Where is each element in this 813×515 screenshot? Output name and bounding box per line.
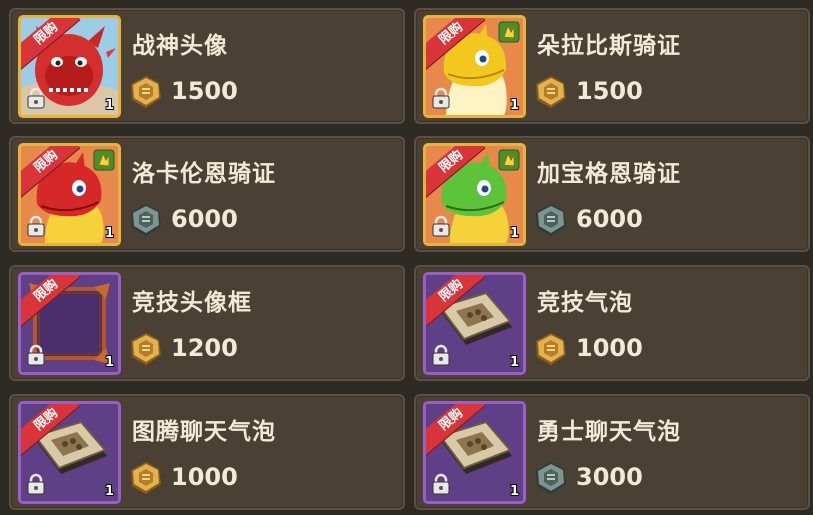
lock-icon: [26, 215, 46, 237]
shop-item-card[interactable]: 限购 1 朵拉比斯骑证 1500: [414, 8, 810, 124]
item-quantity: 1: [509, 484, 519, 499]
price-amount: 3000: [576, 463, 643, 491]
item-name: 图腾聊天气泡: [132, 419, 276, 445]
price-amount: 1500: [171, 77, 238, 105]
item-name: 洛卡伦恩骑证: [132, 161, 276, 187]
shop-item-card[interactable]: 限购 1 战神头像 1500: [9, 8, 405, 124]
item-quantity: 1: [104, 226, 114, 241]
mount-badge-icon: [93, 149, 115, 171]
item-name: 加宝格恩骑证: [537, 161, 681, 187]
silver-coin-icon: [533, 202, 569, 238]
item-name: 竞技头像框: [132, 290, 252, 316]
item-name: 朵拉比斯骑证: [537, 33, 681, 59]
mount-badge-icon: [498, 149, 520, 171]
gold-coin-icon: [128, 460, 164, 496]
item-quantity: 1: [509, 98, 519, 113]
item-quantity: 1: [104, 484, 114, 499]
gold-coin-icon: [533, 331, 569, 367]
shop-item-card[interactable]: 限购 1 图腾聊天气泡 1000: [9, 394, 405, 510]
price-amount: 1000: [576, 334, 643, 362]
item-icon-frame[interactable]: 限购 1: [423, 272, 526, 375]
shop-grid: 限购 1 战神头像 1500 限购 1 朵拉比斯骑证 1500 限购 1 洛卡伦…: [0, 0, 813, 515]
silver-coin-icon: [128, 202, 164, 238]
item-icon-frame[interactable]: 限购 1: [18, 272, 121, 375]
lock-icon: [26, 344, 46, 366]
item-quantity: 1: [104, 355, 114, 370]
shop-item-card[interactable]: 限购 1 竞技头像框 1200: [9, 265, 405, 381]
shop-item-card[interactable]: 限购 1 勇士聊天气泡 3000: [414, 394, 810, 510]
item-icon-frame[interactable]: 限购 1: [423, 143, 526, 246]
price-amount: 1200: [171, 334, 238, 362]
price-amount: 1000: [171, 463, 238, 491]
item-name: 勇士聊天气泡: [537, 419, 681, 445]
mount-badge-icon: [498, 21, 520, 43]
item-icon-frame[interactable]: 限购 1: [18, 15, 121, 118]
silver-coin-icon: [533, 460, 569, 496]
lock-icon: [431, 87, 451, 109]
price-amount: 6000: [576, 205, 643, 233]
item-icon-frame[interactable]: 限购 1: [18, 143, 121, 246]
gold-coin-icon: [128, 331, 164, 367]
shop-item-card[interactable]: 限购 1 洛卡伦恩骑证 6000: [9, 136, 405, 252]
item-quantity: 1: [509, 226, 519, 241]
item-icon-frame[interactable]: 限购 1: [423, 401, 526, 504]
item-icon-frame[interactable]: 限购 1: [423, 15, 526, 118]
shop-item-card[interactable]: 限购 1 竞技气泡 1000: [414, 265, 810, 381]
price-amount: 6000: [171, 205, 238, 233]
item-quantity: 1: [104, 98, 114, 113]
lock-icon: [431, 473, 451, 495]
price-amount: 1500: [576, 77, 643, 105]
lock-icon: [26, 87, 46, 109]
lock-icon: [26, 473, 46, 495]
gold-coin-icon: [533, 74, 569, 110]
gold-coin-icon: [128, 74, 164, 110]
lock-icon: [431, 344, 451, 366]
lock-icon: [431, 215, 451, 237]
item-quantity: 1: [509, 355, 519, 370]
item-name: 战神头像: [132, 33, 228, 59]
item-icon-frame[interactable]: 限购 1: [18, 401, 121, 504]
shop-item-card[interactable]: 限购 1 加宝格恩骑证 6000: [414, 136, 810, 252]
item-name: 竞技气泡: [537, 290, 633, 316]
